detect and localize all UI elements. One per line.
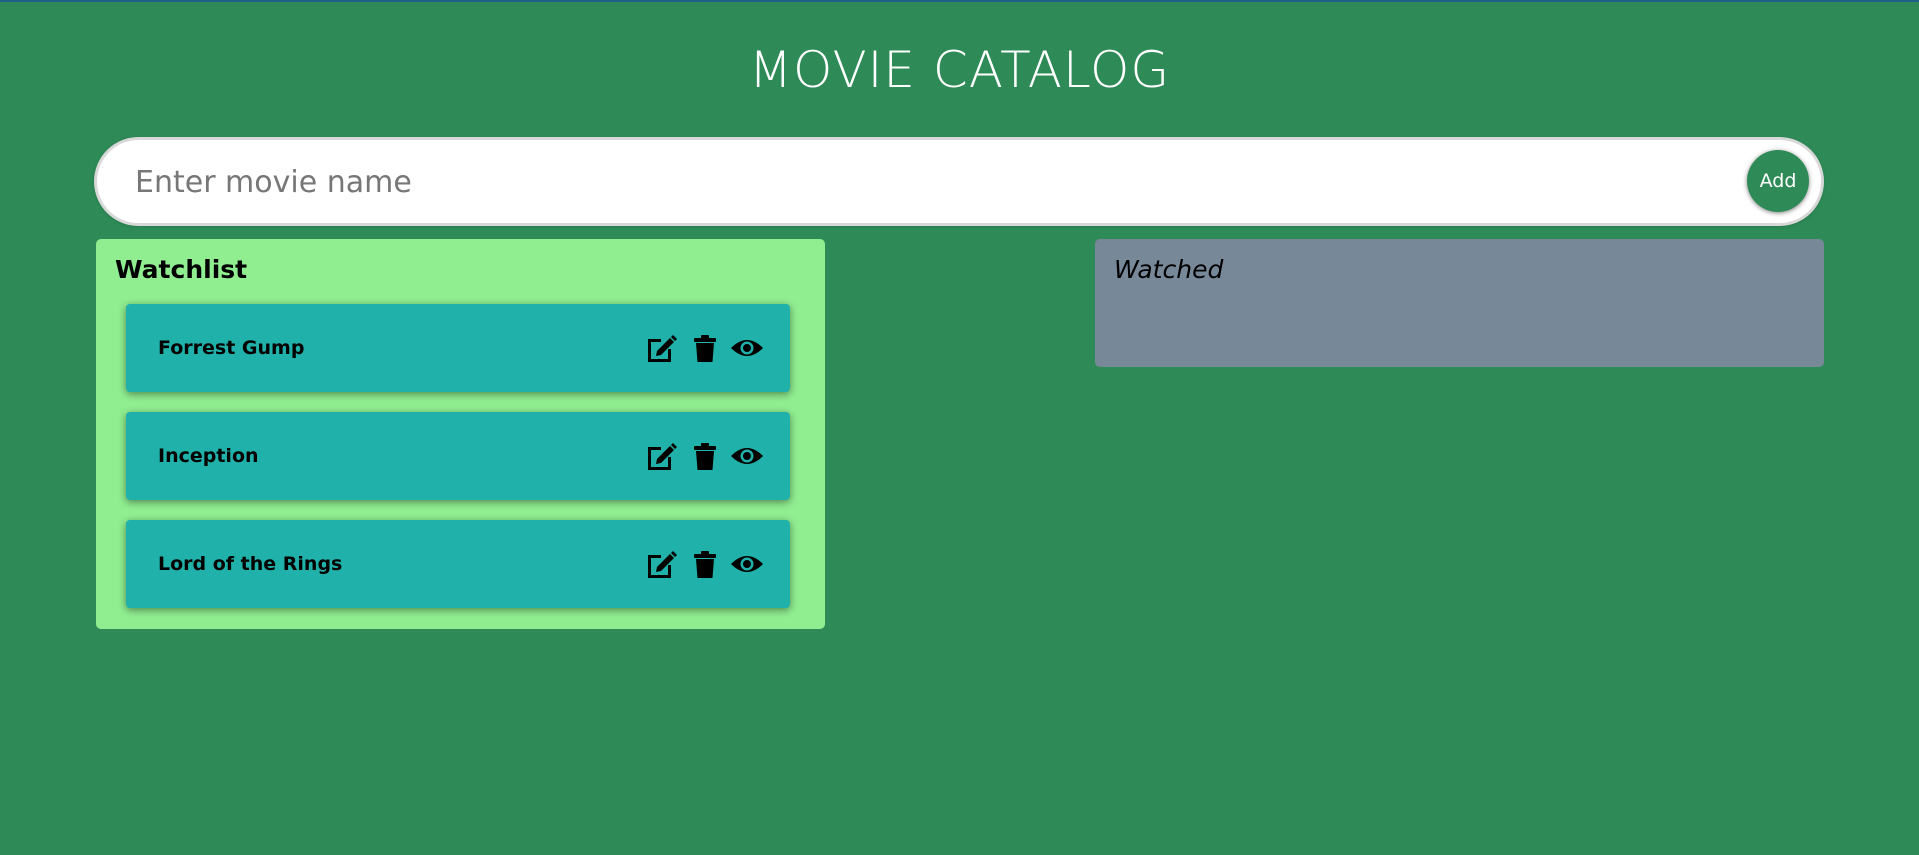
movie-name-input[interactable] [133, 156, 1737, 208]
edit-icon[interactable] [644, 331, 678, 365]
edit-icon[interactable] [644, 439, 678, 473]
trash-icon[interactable] [688, 439, 722, 473]
movie-title: Lord of the Rings [158, 553, 343, 575]
edit-icon[interactable] [644, 547, 678, 581]
movie-card: Lord of the Rings [126, 520, 790, 608]
watched-heading: Watched [1114, 255, 1224, 284]
add-button[interactable]: Add [1747, 150, 1809, 212]
trash-icon[interactable] [688, 331, 722, 365]
eye-icon[interactable] [730, 439, 764, 473]
watchlist-heading: Watchlist [115, 255, 248, 284]
search-bar: Add [97, 140, 1821, 223]
watched-panel: Watched [1095, 239, 1824, 367]
movie-card: Forrest Gump [126, 304, 790, 392]
watchlist-panel: Watchlist Forrest Gump Inception Lord of… [96, 239, 825, 629]
eye-icon[interactable] [730, 547, 764, 581]
movie-title: Inception [158, 445, 259, 467]
trash-icon[interactable] [688, 547, 722, 581]
page-title: MOVIE CATALOG [748, 41, 1171, 99]
movie-card: Inception [126, 412, 790, 500]
top-border [0, 0, 1919, 2]
movie-title: Forrest Gump [158, 337, 305, 359]
eye-icon[interactable] [730, 331, 764, 365]
